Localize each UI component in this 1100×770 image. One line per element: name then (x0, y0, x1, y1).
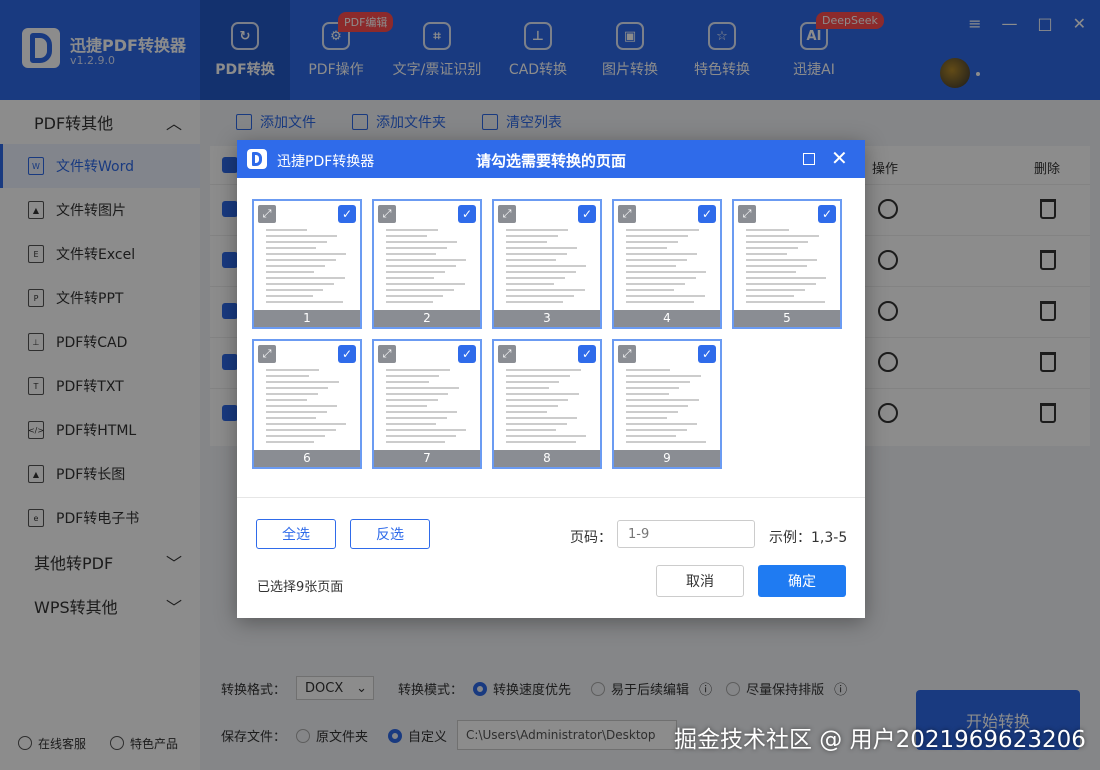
expand-icon[interactable]: ⤢ (618, 205, 636, 223)
divider (237, 497, 865, 498)
dialog-title: 请勾选需要转换的页面 (475, 152, 626, 170)
page-thumbnail[interactable]: ⤢ ✓ 4 (612, 199, 722, 329)
app-window: 迅捷PDF转换器 v1.2.9.0 ↻ PDF转换 ⚙ PDF操作 PDF编辑 ⌗ 文字/票… (0, 0, 1100, 770)
page-preview (386, 229, 468, 307)
expand-icon[interactable]: ⤢ (738, 205, 756, 223)
page-thumbnail[interactable]: ⤢ ✓ 7 (372, 339, 482, 469)
page-checkbox[interactable]: ✓ (698, 345, 716, 363)
page-select-dialog: 迅捷PDF转换器 请勾选需要转换的页面 ✕ ⤢ ✓ 1 ⤢ ✓ 2 ⤢ ✓ 3 ⤢ ✓ 4 ⤢ ✓ 5 ⤢ ✓ 6… (237, 140, 865, 618)
page-thumbnail[interactable]: ⤢ ✓ 8 (492, 339, 602, 469)
page-checkbox[interactable]: ✓ (338, 345, 356, 363)
expand-icon[interactable]: ⤢ (258, 205, 276, 223)
page-range-label: 页码： (570, 530, 612, 546)
watermark-text: 掘金技术社区 @ 用户2021969623206 (674, 727, 1086, 753)
page-checkbox[interactable]: ✓ (458, 345, 476, 363)
page-thumbnail[interactable]: ⤢ ✓ 5 (732, 199, 842, 329)
cancel-button[interactable]: 取消 (656, 565, 744, 597)
page-checkbox[interactable]: ✓ (698, 205, 716, 223)
expand-icon[interactable]: ⤢ (618, 345, 636, 363)
page-number: 7 (374, 450, 480, 467)
dialog-header: 迅捷PDF转换器 请勾选需要转换的页面 ✕ (237, 140, 865, 178)
confirm-button[interactable]: 确定 (758, 565, 846, 597)
page-thumbnail[interactable]: ⤢ ✓ 1 (252, 199, 362, 329)
page-checkbox[interactable]: ✓ (818, 205, 836, 223)
page-preview (506, 229, 588, 307)
page-thumbnail[interactable]: ⤢ ✓ 2 (372, 199, 482, 329)
page-checkbox[interactable]: ✓ (578, 345, 596, 363)
page-checkbox[interactable]: ✓ (458, 205, 476, 223)
page-number: 9 (614, 450, 720, 467)
page-checkbox[interactable]: ✓ (578, 205, 596, 223)
page-thumbnail[interactable]: ⤢ ✓ 9 (612, 339, 722, 469)
expand-icon[interactable]: ⤢ (498, 205, 516, 223)
page-number: 2 (374, 310, 480, 327)
selected-count: 已选择9张页面 (257, 580, 344, 595)
page-thumbnail[interactable]: ⤢ ✓ 6 (252, 339, 362, 469)
page-number: 5 (734, 310, 840, 327)
page-number: 6 (254, 450, 360, 467)
page-number: 8 (494, 450, 600, 467)
expand-icon[interactable]: ⤢ (378, 205, 396, 223)
select-all-button[interactable]: 全选 (256, 519, 336, 549)
close-icon[interactable]: ✕ (831, 146, 848, 170)
page-number: 1 (254, 310, 360, 327)
expand-icon[interactable]: ⤢ (498, 345, 516, 363)
expand-icon[interactable]: ⤢ (378, 345, 396, 363)
page-preview (266, 229, 348, 307)
page-thumbnail[interactable]: ⤢ ✓ 3 (492, 199, 602, 329)
page-preview (746, 229, 828, 307)
page-preview (626, 369, 708, 447)
page-preview (506, 369, 588, 447)
page-checkbox[interactable]: ✓ (338, 205, 356, 223)
expand-icon[interactable]: ⤢ (258, 345, 276, 363)
page-preview (626, 229, 708, 307)
page-range-example: 示例：1,3-5 (769, 530, 848, 546)
page-preview (266, 369, 348, 447)
invert-selection-button[interactable]: 反选 (350, 519, 430, 549)
page-number: 3 (494, 310, 600, 327)
page-range-input[interactable] (617, 520, 755, 548)
page-number: 4 (614, 310, 720, 327)
page-preview (386, 369, 468, 447)
maximize-icon[interactable] (803, 153, 815, 165)
